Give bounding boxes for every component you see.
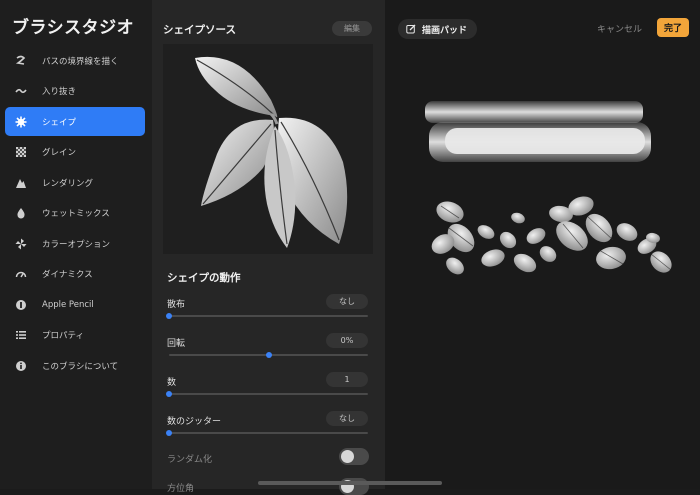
settings-panel: シェイプソース 編集 シェイプの動作 散布 なし 回転 0% 数 1 数のジッタ… [152,0,385,495]
sidebar-item-label: カラーオプション [42,239,111,250]
sidebar-item-label: プロパティ [42,330,84,341]
shape-source-title: シェイプソース [163,24,236,36]
sidebar-item-label: Apple Pencil [42,299,94,310]
brush-studio-title: ブラシスタジオ [12,18,135,38]
sidebar-item-label: このブラシについて [42,361,119,372]
slider-knob[interactable] [265,352,272,358]
rotation-label: 回転 [167,339,186,349]
count-jitter-slider[interactable] [166,430,368,436]
drawing-pad-label: 描画パッド [422,25,468,36]
done-button[interactable]: 完了 [657,18,689,37]
count-label: 数 [167,378,177,388]
rendering-icon [14,176,28,190]
scatter-label: 散布 [167,300,186,310]
sidebar-item-apple-pencil[interactable]: Apple Pencil [5,290,145,319]
slider-knob[interactable] [166,313,172,319]
rotation-value[interactable]: 0% [326,333,368,348]
stroke-path-icon [14,54,28,68]
randomize-label: ランダム化 [167,455,213,465]
sidebar-item-label: パスの境界線を描く [42,56,119,67]
azimuth-label: 方位角 [167,484,195,494]
shape-behavior-title: シェイプの動作 [167,272,241,284]
slider-knob[interactable] [166,430,172,436]
brush-studio-sidebar: ブラシスタジオ パスの境界線を描く 入り抜き シェイプ グレイン レンダリング [0,0,152,489]
shape-gear-icon [14,115,28,129]
scatter-value[interactable]: なし [326,294,368,309]
sidebar-item-stroke-path[interactable]: パスの境界線を描く [5,46,145,75]
count-jitter-label: 数のジッター [167,417,222,427]
taper-icon [14,84,28,98]
sidebar-item-label: 入り抜き [42,86,77,97]
sidebar-item-taper[interactable]: 入り抜き [5,76,145,105]
sidebar-item-properties[interactable]: プロパティ [5,320,145,349]
rotation-slider[interactable] [169,352,368,358]
sidebar-item-label: シェイプ [42,117,77,128]
color-pinwheel-icon [14,237,28,251]
sidebar-item-wet-mix[interactable]: ウェットミックス [5,198,145,227]
info-icon [14,359,28,373]
cancel-button[interactable]: キャンセル [597,22,642,35]
wet-mix-drop-icon [14,206,28,220]
grain-icon [14,145,28,159]
edit-button[interactable]: 編集 [332,21,372,36]
dynamics-gauge-icon [14,267,28,281]
leaf-shape-image [195,56,348,248]
sidebar-item-color-options[interactable]: カラーオプション [5,229,145,258]
count-slider[interactable] [166,391,368,397]
sidebar-item-label: ダイナミクス [42,269,93,280]
slider-knob[interactable] [166,391,172,397]
randomize-toggle[interactable] [339,448,369,465]
sidebar-item-about-brush[interactable]: このブラシについて [5,351,145,380]
sidebar-item-label: ウェットミックス [42,208,110,219]
properties-list-icon [14,328,28,342]
shape-source-preview[interactable] [163,44,373,254]
count-jitter-value[interactable]: なし [326,411,368,426]
sidebar-item-rendering[interactable]: レンダリング [5,168,145,197]
edit-pad-icon [406,24,416,34]
drawing-pad-button[interactable]: 描画パッド [398,19,478,39]
toggle-knob [341,450,354,463]
count-value[interactable]: 1 [326,372,368,387]
sidebar-item-grain[interactable]: グレイン [5,137,145,166]
home-indicator [258,481,442,485]
apple-pencil-icon [14,298,28,312]
brush-stroke-preview [425,101,672,275]
sidebar-item-label: グレイン [42,147,77,158]
sidebar-item-label: レンダリング [42,178,94,189]
sidebar-item-shape[interactable]: シェイプ [5,107,145,136]
sidebar-item-dynamics[interactable]: ダイナミクス [5,259,145,288]
scatter-slider[interactable] [166,313,368,319]
drawing-pad-area[interactable]: 描画パッド キャンセル 完了 [258,0,700,489]
